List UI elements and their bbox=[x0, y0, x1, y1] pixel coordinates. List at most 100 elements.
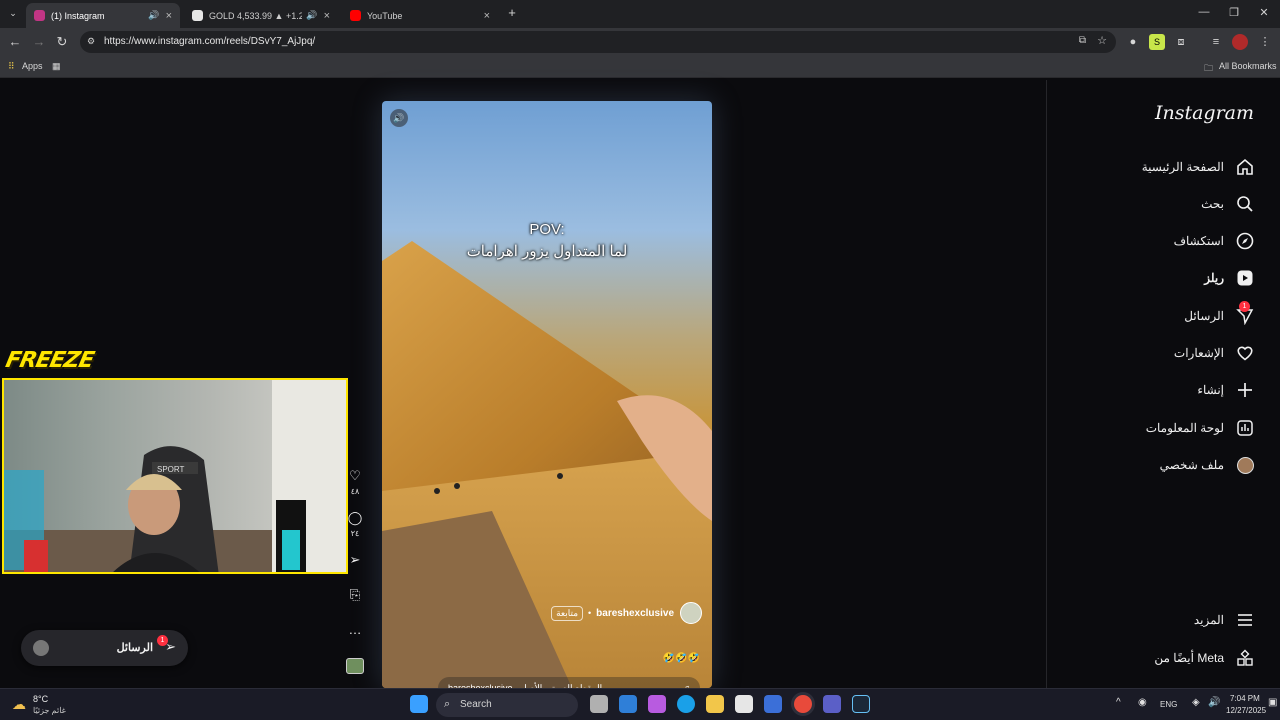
nav-also-from-meta[interactable]: أيضًا من Meta bbox=[1154, 646, 1256, 670]
nav-label: الإشعارات bbox=[1173, 346, 1224, 360]
messages-pill-badge: 1 bbox=[157, 635, 168, 646]
volume-icon[interactable]: 🔊 bbox=[1208, 697, 1220, 708]
all-bookmarks[interactable]: All Bookmarks bbox=[1219, 61, 1277, 71]
nav-home[interactable]: الصفحة الرئيسية bbox=[1142, 155, 1256, 179]
windows-start-icon[interactable] bbox=[410, 695, 428, 713]
address-bar[interactable]: ⚙ https://www.instagram.com/reels/DSvY7_… bbox=[80, 31, 1116, 53]
nav-dashboard[interactable]: لوحة المعلومات bbox=[1146, 416, 1256, 440]
edge-icon[interactable] bbox=[677, 695, 695, 713]
comment-count: ٢٤ bbox=[350, 529, 360, 538]
nav-messages[interactable]: 1 الرسائل bbox=[1184, 301, 1256, 328]
nav-more[interactable]: المزيد bbox=[1194, 608, 1256, 632]
clock-date[interactable]: 12/27/2025 bbox=[1226, 706, 1266, 715]
profile-avatar-icon[interactable] bbox=[1232, 34, 1248, 50]
comment-icon[interactable]: ◯ bbox=[346, 510, 364, 526]
close-tab-icon[interactable]: × bbox=[324, 10, 330, 22]
tab-instagram[interactable]: (1) Instagram 🔊 × bbox=[26, 3, 180, 28]
explore-icon bbox=[1234, 230, 1256, 252]
nav-reels[interactable]: ريلز bbox=[1204, 266, 1256, 290]
search-placeholder: Search bbox=[460, 699, 492, 710]
nav-profile[interactable]: ملف شخصي bbox=[1160, 453, 1256, 477]
bookmark-apps[interactable]: Apps bbox=[22, 61, 43, 71]
extension-s-icon[interactable]: S bbox=[1149, 34, 1165, 50]
taskbar-search[interactable]: ⌕ Search bbox=[436, 693, 578, 717]
extension-circle-icon[interactable]: ● bbox=[1125, 34, 1141, 50]
language-indicator[interactable]: ENG bbox=[1160, 700, 1177, 709]
restore-button[interactable]: ❐ bbox=[1224, 6, 1244, 19]
task-view-icon[interactable] bbox=[590, 695, 608, 713]
weather-temp[interactable]: 8°C bbox=[33, 694, 48, 704]
defender-icon[interactable] bbox=[764, 695, 782, 713]
teams-icon[interactable] bbox=[823, 695, 841, 713]
webcam-overlay: SPORT bbox=[2, 378, 348, 574]
share-icon[interactable]: ➢ bbox=[346, 552, 364, 568]
bookmarks-bar: ⠿ Apps ▦ 🗀 All Bookmarks bbox=[0, 56, 1280, 78]
new-tab-button[interactable]: + bbox=[503, 4, 521, 22]
network-icon[interactable]: ◈ bbox=[1192, 697, 1200, 708]
audio-user: bareshexclusive bbox=[448, 683, 513, 688]
tradingview-favicon-icon bbox=[192, 10, 203, 21]
forward-button[interactable]: → bbox=[30, 33, 48, 51]
copilot-icon[interactable] bbox=[648, 695, 666, 713]
close-window-button[interactable]: ✕ bbox=[1254, 6, 1274, 19]
tab-search-icon[interactable]: ⌄ bbox=[4, 4, 22, 22]
nav-explore[interactable]: استكشاف bbox=[1174, 229, 1256, 253]
notification-icon[interactable]: ▣ bbox=[1268, 697, 1277, 708]
like-count: ٤٨ bbox=[350, 487, 360, 496]
save-bookmark-icon[interactable]: ⎘ bbox=[346, 587, 364, 603]
nav-label: بحث bbox=[1201, 197, 1224, 211]
speaker-icon[interactable]: 🔊 bbox=[306, 10, 317, 21]
reading-list-icon[interactable]: ≡ bbox=[1208, 34, 1224, 50]
like-heart-icon[interactable]: ♡ bbox=[346, 468, 364, 484]
tab-groups-icon[interactable]: ▦ bbox=[52, 61, 61, 72]
weather-icon[interactable]: ☁ bbox=[12, 696, 26, 713]
profile-avatar bbox=[1234, 454, 1256, 476]
extensions-puzzle-icon[interactable]: ⧈ bbox=[1173, 34, 1189, 50]
close-tab-icon[interactable]: × bbox=[484, 10, 490, 22]
follow-button[interactable]: متابعة bbox=[551, 605, 584, 621]
tab-gold[interactable]: GOLD 4,533.99 ▲ +1.22% Unn 🔊 × bbox=[184, 3, 338, 28]
nav-label: ملف شخصي bbox=[1159, 458, 1224, 472]
site-info-icon[interactable]: ⚙ bbox=[87, 36, 95, 47]
weather-desc[interactable]: غائم جزئيًا bbox=[33, 706, 66, 715]
close-tab-icon[interactable]: × bbox=[166, 10, 172, 22]
audio-thumb[interactable] bbox=[346, 658, 364, 674]
reel-author: bareshexclusive • متابعة bbox=[551, 602, 702, 624]
reel-audio[interactable]: bareshexclusive المقطع الصوتي الأصلي · ♫ bbox=[438, 677, 700, 688]
instagram-logo[interactable]: Instagram bbox=[1155, 102, 1254, 124]
bookmark-star-icon[interactable]: ☆ bbox=[1097, 34, 1107, 47]
store-icon[interactable] bbox=[735, 695, 753, 713]
reel-video[interactable]: 🔊 POV: لما المتداول يزور اهرامات bareshe… bbox=[382, 101, 712, 688]
back-button[interactable]: ← bbox=[6, 33, 24, 51]
author-username[interactable]: bareshexclusive bbox=[596, 608, 674, 619]
chair-text: SPORT bbox=[157, 465, 185, 474]
file-explorer-icon[interactable] bbox=[706, 695, 724, 713]
steam-icon[interactable] bbox=[852, 695, 870, 713]
clock-time[interactable]: 7:04 PM bbox=[1230, 694, 1260, 703]
tab-youtube[interactable]: YouTube × bbox=[342, 3, 498, 28]
reload-button[interactable]: ↻ bbox=[53, 33, 71, 51]
author-avatar[interactable] bbox=[680, 602, 702, 624]
messages-pill[interactable]: الرسائل ➢ 1 bbox=[21, 630, 188, 666]
nav-notifications[interactable]: الإشعارات bbox=[1174, 341, 1256, 365]
reel-description: 🤣🤣🤣 bbox=[662, 653, 700, 664]
nav-label: ريلز bbox=[1204, 271, 1224, 285]
nav-label: الرسائل bbox=[1184, 309, 1224, 323]
dashboard-icon bbox=[1234, 417, 1256, 439]
menu-kebab-icon[interactable]: ⋮ bbox=[1257, 34, 1273, 50]
separator-dot: • bbox=[588, 608, 592, 618]
more-options-icon[interactable]: … bbox=[346, 622, 364, 637]
tray-chevron-icon[interactable]: ^ bbox=[1116, 697, 1121, 708]
nav-search[interactable]: بحث bbox=[1201, 192, 1256, 216]
apps-grid-icon: ⠿ bbox=[8, 61, 15, 71]
speaker-icon[interactable]: 🔊 bbox=[390, 109, 408, 127]
discord-icon[interactable]: ◉ bbox=[1138, 697, 1147, 708]
install-app-icon[interactable]: ⧉ bbox=[1079, 35, 1086, 46]
outlook-icon[interactable] bbox=[619, 695, 637, 713]
minimize-button[interactable]: — bbox=[1194, 6, 1214, 18]
speaker-icon[interactable]: 🔊 bbox=[148, 10, 159, 21]
nav-create[interactable]: إنشاء bbox=[1197, 378, 1256, 402]
url-text[interactable]: https://www.instagram.com/reels/DSvY7_Aj… bbox=[104, 36, 315, 47]
instagram-page: FREEZE SPORT الرسائل ➢ 1 🔊 POV: لما المت… bbox=[0, 80, 1280, 688]
chrome-icon[interactable] bbox=[794, 695, 812, 713]
